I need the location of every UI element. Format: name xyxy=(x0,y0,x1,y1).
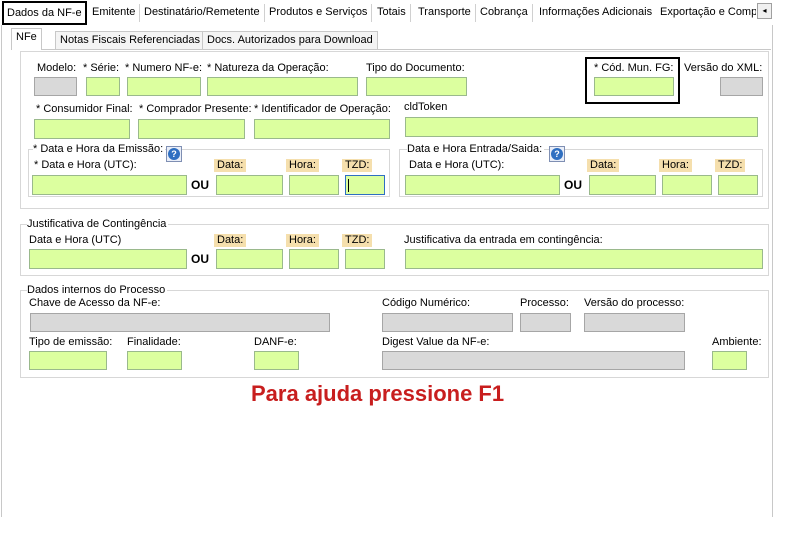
ambiente-label: Ambiente: xyxy=(712,336,762,348)
emissao-tzd-input[interactable] xyxy=(345,175,385,195)
emissao-utc-label: * Data e Hora (UTC): xyxy=(34,159,137,171)
tab-informacoes-adicionais[interactable]: Informações Adicionais xyxy=(535,4,658,22)
emissao-tzd-label: TZD: xyxy=(342,159,373,172)
chave-acesso-label: Chave de Acesso da NF-e: xyxy=(29,297,161,309)
emissao-help-button[interactable]: ? xyxy=(166,146,182,162)
contingencia-utc-input[interactable] xyxy=(29,249,187,269)
comprador-presente-input[interactable] xyxy=(138,119,245,139)
subtab-baseline xyxy=(11,49,771,50)
entrada-tzd-label: TZD: xyxy=(715,159,746,172)
tab-transporte[interactable]: Transporte xyxy=(414,4,476,22)
tab-cobranca[interactable]: Cobrança xyxy=(476,4,533,22)
data-emissao-group-label: * Data e Hora da Emissão: xyxy=(33,143,166,156)
consumidor-final-input[interactable] xyxy=(34,119,130,139)
question-icon: ? xyxy=(551,148,563,160)
chave-acesso-field xyxy=(30,313,330,332)
tab-dados-da-nfe[interactable]: Dados da NF-e xyxy=(2,1,87,25)
processo-label: Processo: xyxy=(520,297,569,309)
versao-processo-label: Versão do processo: xyxy=(584,297,685,309)
tipo-emissao-label: Tipo de emissão: xyxy=(29,336,113,348)
cod-mun-fg-input[interactable] xyxy=(594,77,674,96)
cidtoken-label: cldToken xyxy=(404,101,448,113)
subtab-docs-autorizados[interactable]: Docs. Autorizados para Download xyxy=(202,31,378,49)
modelo-field xyxy=(34,77,77,96)
digest-value-label: Digest Value da NF-e: xyxy=(382,336,490,348)
main-tab-strip: Dados da NF-e Emitente Destinatário/Reme… xyxy=(0,0,802,25)
justificativa-label: Justificativa da entrada em contingência… xyxy=(404,234,603,246)
natureza-operacao-label: * Natureza da Operação: xyxy=(207,62,329,74)
serie-label: * Série: xyxy=(83,62,120,74)
entrada-ou-label: OU xyxy=(564,178,582,192)
consumidor-final-label: * Consumidor Final: xyxy=(36,103,133,115)
cidtoken-input[interactable] xyxy=(405,117,758,137)
finalidade-label: Finalidade: xyxy=(127,336,181,348)
identificador-operacao-label: * Identificador de Operação: xyxy=(254,103,391,115)
tipo-documento-input[interactable] xyxy=(366,77,467,96)
dados-internos-group-label: Dados internos do Processo xyxy=(27,284,168,297)
numero-nfe-label: * Numero NF-e: xyxy=(125,62,203,74)
tipo-documento-label: Tipo do Documento: xyxy=(366,62,465,74)
natureza-operacao-input[interactable] xyxy=(207,77,358,96)
contingencia-tzd-input[interactable] xyxy=(345,249,385,269)
entrada-tzd-input[interactable] xyxy=(718,175,758,195)
emissao-data-input[interactable] xyxy=(216,175,283,195)
subtab-notas-referenciadas[interactable]: Notas Fiscais Referenciadas xyxy=(55,31,206,49)
entrada-data-input[interactable] xyxy=(589,175,656,195)
ambiente-input[interactable] xyxy=(712,351,747,370)
chevron-left-icon: ◂ xyxy=(762,6,767,15)
numero-nfe-input[interactable] xyxy=(127,77,201,96)
processo-field xyxy=(520,313,571,332)
danfe-label: DANF-e: xyxy=(254,336,297,348)
danfe-input[interactable] xyxy=(254,351,299,370)
help-hint-text: Para ajuda pressione F1 xyxy=(251,381,505,406)
comprador-presente-label: * Comprador Presente: xyxy=(139,103,252,115)
versao-xml-label: Versão do XML: xyxy=(684,62,763,74)
tab-produtos-e-servicos[interactable]: Produtos e Serviços xyxy=(265,4,373,22)
contingencia-data-input[interactable] xyxy=(216,249,283,269)
tab-destinatario-remetente[interactable]: Destinatário/Remetente xyxy=(140,4,265,22)
emissao-hora-input[interactable] xyxy=(289,175,339,195)
emissao-data-label: Data: xyxy=(214,159,247,172)
tab-exportacao-e-compra[interactable]: Exportação e Compr xyxy=(656,4,756,22)
entrada-data-label: Data: xyxy=(587,159,620,172)
tab-scroll-left-button[interactable]: ◂ xyxy=(757,3,772,19)
entrada-help-button[interactable]: ? xyxy=(549,146,565,162)
serie-input[interactable] xyxy=(86,77,120,96)
emissao-hora-label: Hora: xyxy=(286,159,319,172)
text-cursor xyxy=(348,179,349,192)
emissao-utc-input[interactable] xyxy=(32,175,187,195)
contingencia-hora-input[interactable] xyxy=(289,249,339,269)
contingencia-hora-label: Hora: xyxy=(286,234,319,247)
versao-processo-field xyxy=(584,313,685,332)
question-icon: ? xyxy=(168,148,180,160)
versao-xml-field xyxy=(720,77,763,96)
contingencia-utc-label: Data e Hora (UTC) xyxy=(29,234,122,246)
digest-value-field xyxy=(382,351,685,370)
entrada-utc-input[interactable] xyxy=(405,175,560,195)
codigo-numerico-field xyxy=(382,313,513,332)
data-entrada-saida-group-label: Data e Hora Entrada/Saida: xyxy=(407,143,545,156)
finalidade-input[interactable] xyxy=(127,351,182,370)
contingencia-group-label: Justificativa de Contingência xyxy=(27,218,169,231)
codigo-numerico-label: Código Numérico: xyxy=(382,297,471,309)
tipo-emissao-input[interactable] xyxy=(29,351,107,370)
tab-totais[interactable]: Totais xyxy=(373,4,411,22)
entrada-hora-label: Hora: xyxy=(659,159,692,172)
tab-emitente[interactable]: Emitente xyxy=(88,4,141,22)
contingencia-data-label: Data: xyxy=(214,234,247,247)
justificativa-input[interactable] xyxy=(405,249,763,269)
cod-mun-fg-label: * Cód. Mun. FG: xyxy=(594,62,674,74)
emissao-ou-label: OU xyxy=(191,178,209,192)
contingencia-tzd-label: TZD: xyxy=(342,234,373,247)
entrada-utc-label: Data e Hora (UTC): xyxy=(409,159,505,171)
contingencia-ou-label: OU xyxy=(191,252,209,266)
modelo-label: Modelo: xyxy=(37,62,77,74)
identificador-operacao-input[interactable] xyxy=(254,119,390,139)
subtab-nfe[interactable]: NFe xyxy=(11,28,42,50)
entrada-hora-input[interactable] xyxy=(662,175,712,195)
